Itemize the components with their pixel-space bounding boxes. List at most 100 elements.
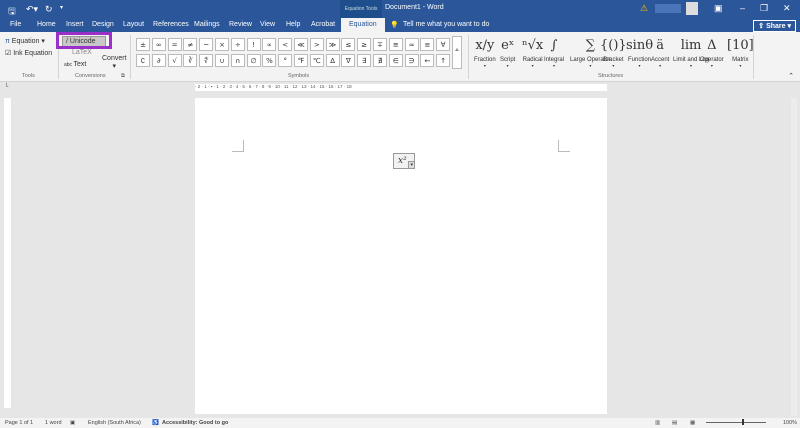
tab-design[interactable]: Design bbox=[92, 21, 114, 28]
structure-integral-button[interactable]: ∫ Integral ▾ bbox=[544, 35, 564, 68]
symbol-button[interactable]: ∈ bbox=[388, 54, 403, 67]
symbol-button[interactable]: ÷ bbox=[230, 38, 245, 51]
symbol-button[interactable]: > bbox=[309, 38, 324, 51]
symbol-button[interactable]: ∅ bbox=[246, 54, 261, 67]
accessibility-icon[interactable]: ♿ bbox=[152, 420, 159, 426]
symbol-button[interactable]: ≅ bbox=[388, 38, 403, 51]
accessibility-status[interactable]: Accessibility: Good to go bbox=[162, 420, 228, 426]
proofing-icon[interactable]: ▣ bbox=[70, 420, 75, 426]
structure-operator-button[interactable]: Δ Operator ▾ bbox=[700, 35, 724, 68]
symbol-button[interactable]: ℉ bbox=[294, 54, 308, 67]
symbol-button[interactable]: ∝ bbox=[262, 38, 277, 51]
symbol-button[interactable]: × bbox=[215, 38, 229, 51]
symbol-button[interactable]: ∀ bbox=[436, 38, 451, 51]
symbol-button[interactable]: ∪ bbox=[215, 54, 229, 67]
structure-bracket-button[interactable]: {()} Bracket ▾ bbox=[600, 35, 627, 68]
symbol-button[interactable]: ∁ bbox=[136, 54, 150, 67]
symbol-button[interactable]: ∇ bbox=[341, 54, 356, 67]
tell-me-input[interactable]: Tell me what you want to do bbox=[403, 21, 489, 28]
symbol-button[interactable]: ≫ bbox=[325, 38, 340, 51]
share-button[interactable]: ⇪ Share ▾ bbox=[753, 20, 796, 32]
zoom-thumb[interactable] bbox=[742, 419, 744, 425]
symbol-button[interactable]: ∂ bbox=[151, 54, 166, 67]
symbol-button[interactable]: ← bbox=[420, 54, 435, 67]
equation-box[interactable]: x² ▾ bbox=[393, 153, 415, 169]
tab-layout[interactable]: Layout bbox=[123, 21, 144, 28]
symbol-button[interactable]: ∜ bbox=[199, 54, 214, 67]
read-mode-icon[interactable]: ▥ bbox=[655, 420, 660, 426]
symbol-button[interactable]: ∓ bbox=[373, 38, 387, 51]
symbol-button[interactable]: ≥ bbox=[357, 38, 372, 51]
document-page[interactable]: x² ▾ bbox=[195, 98, 607, 414]
restore-icon[interactable]: ❐ bbox=[760, 3, 768, 14]
redo-icon[interactable]: ↻ bbox=[45, 4, 53, 15]
structure-script-button[interactable]: eˣ Script ▾ bbox=[500, 35, 515, 68]
ribbon-display-icon[interactable]: ▣ bbox=[714, 3, 723, 14]
structure-function-button[interactable]: sinθ Function ▾ bbox=[626, 35, 653, 68]
symbol-button[interactable]: ≠ bbox=[183, 38, 198, 51]
zoom-slider[interactable] bbox=[706, 422, 766, 423]
tab-mailings[interactable]: Mailings bbox=[194, 21, 220, 28]
tab-home[interactable]: Home bbox=[37, 21, 56, 28]
structure-accent-button[interactable]: ä Accent ▾ bbox=[651, 35, 669, 68]
dialog-launcher-icon[interactable]: ⧉ bbox=[121, 73, 125, 80]
word-count[interactable]: 1 word bbox=[45, 420, 62, 426]
language-indicator[interactable]: English (South Africa) bbox=[88, 420, 141, 426]
equation-text[interactable]: x² bbox=[398, 156, 407, 166]
undo-icon[interactable]: ↶▾ bbox=[26, 4, 38, 15]
equation-button[interactable]: π Equation ▾ bbox=[5, 37, 45, 45]
symbol-button[interactable]: ∩ bbox=[230, 54, 245, 67]
tab-view[interactable]: View bbox=[260, 21, 275, 28]
print-layout-icon[interactable]: ▤ bbox=[672, 420, 677, 426]
text-button[interactable]: abc Text bbox=[64, 61, 86, 68]
symbol-button[interactable]: ≤ bbox=[341, 38, 356, 51]
symbol-button[interactable]: ≡ bbox=[420, 38, 435, 51]
symbol-button[interactable]: ∃ bbox=[357, 54, 372, 67]
zoom-level[interactable]: 100% bbox=[783, 420, 797, 426]
symbol-button[interactable]: = bbox=[167, 38, 182, 51]
tab-references[interactable]: References bbox=[153, 21, 189, 28]
collapse-ribbon-icon[interactable]: ⌃ bbox=[788, 72, 794, 80]
web-layout-icon[interactable]: ▦ bbox=[690, 420, 695, 426]
vertical-ruler[interactable] bbox=[4, 98, 11, 408]
equation-options-icon[interactable]: ▾ bbox=[408, 161, 415, 169]
symbol-button[interactable]: ↑ bbox=[436, 54, 451, 67]
warning-icon[interactable]: ⚠ bbox=[640, 3, 648, 14]
tab-file[interactable]: File bbox=[10, 21, 21, 28]
symbol-button[interactable]: ≈ bbox=[404, 38, 419, 51]
structure-matrix-button[interactable]: [10] Matrix ▾ bbox=[727, 35, 754, 68]
symbol-button[interactable]: √ bbox=[167, 54, 182, 67]
structure-radical-button[interactable]: ⁿ√x Radical ▾ bbox=[522, 35, 543, 68]
symbol-button[interactable]: < bbox=[278, 38, 293, 51]
tab-acrobat[interactable]: Acrobat bbox=[311, 21, 335, 28]
tab-selector-icon[interactable]: └ bbox=[4, 84, 8, 90]
ink-equation-button[interactable]: ☑ Ink Equation bbox=[5, 49, 52, 57]
symbol-button[interactable]: ℃ bbox=[309, 54, 324, 67]
avatar[interactable] bbox=[686, 2, 698, 15]
symbol-button[interactable]: ! bbox=[246, 38, 261, 51]
symbol-button[interactable]: ± bbox=[136, 38, 150, 51]
symbol-button[interactable]: ~ bbox=[199, 38, 214, 51]
minimize-icon[interactable]: – bbox=[740, 3, 745, 13]
tab-help[interactable]: Help bbox=[286, 21, 300, 28]
symbol-button[interactable]: % bbox=[262, 54, 277, 67]
symbol-button[interactable]: ≪ bbox=[294, 38, 308, 51]
tab-equation[interactable]: Equation bbox=[341, 18, 385, 32]
convert-button[interactable]: Convert ▾ bbox=[102, 55, 127, 70]
structure-fraction-button[interactable]: x/y Fraction ▾ bbox=[474, 35, 496, 68]
symbol-button[interactable]: ∄ bbox=[373, 54, 387, 67]
symbols-more-button[interactable]: ⩡ bbox=[452, 36, 462, 69]
horizontal-ruler[interactable]: · 2 · 1 · ▪ · 1 · 2 · 3 · 4 · 5 · 6 · 7 … bbox=[195, 84, 607, 91]
symbol-button[interactable]: ∞ bbox=[151, 38, 166, 51]
tab-insert[interactable]: Insert bbox=[66, 21, 84, 28]
account-name[interactable] bbox=[655, 4, 681, 13]
symbol-button[interactable]: ∛ bbox=[183, 54, 198, 67]
symbol-button[interactable]: ∋ bbox=[404, 54, 419, 67]
symbol-button[interactable]: ° bbox=[278, 54, 293, 67]
close-icon[interactable]: ✕ bbox=[783, 3, 791, 14]
tab-review[interactable]: Review bbox=[229, 21, 252, 28]
vertical-scrollbar[interactable] bbox=[791, 98, 797, 416]
page-count[interactable]: Page 1 of 1 bbox=[5, 420, 33, 426]
symbol-button[interactable]: ∆ bbox=[325, 54, 340, 67]
latex-button[interactable]: LaTeX bbox=[72, 49, 92, 56]
